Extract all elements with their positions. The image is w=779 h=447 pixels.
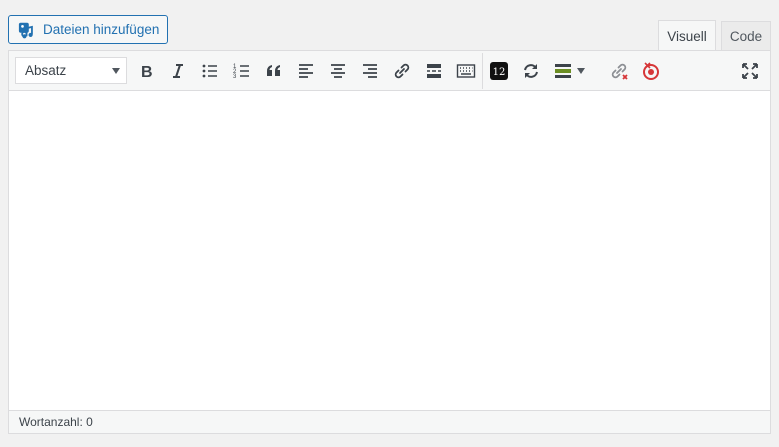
format-select-value: Absatz <box>25 63 67 78</box>
editor: Absatz B 123 12 Wortanzahl: 0 <box>8 50 771 434</box>
italic-button[interactable] <box>164 57 192 85</box>
table-dropdown-button[interactable] <box>549 57 589 85</box>
numbered-list-icon: 123 <box>233 64 249 80</box>
italic-icon <box>173 64 183 78</box>
word-count: Wortanzahl: 0 <box>19 415 93 429</box>
editor-content-area[interactable] <box>9 91 770 410</box>
svg-text:B: B <box>141 64 153 81</box>
target-button[interactable] <box>637 57 665 85</box>
svg-text:3: 3 <box>233 74 237 80</box>
align-right-icon <box>363 64 377 78</box>
toolbar-toggle-button[interactable] <box>452 57 480 85</box>
insert-link-button[interactable] <box>388 57 416 85</box>
fullscreen-icon <box>742 63 758 79</box>
tab-code[interactable]: Code <box>721 21 771 51</box>
align-right-button[interactable] <box>356 57 384 85</box>
paragraph-format-select[interactable]: Absatz <box>15 57 127 84</box>
refresh-icon <box>524 64 538 78</box>
keyboard-icon <box>456 64 476 78</box>
bullet-list-icon <box>202 64 217 78</box>
link-icon <box>394 63 410 79</box>
target-icon <box>643 62 659 80</box>
add-media-button[interactable]: Dateien hinzufügen <box>8 15 168 44</box>
blockquote-button[interactable] <box>260 57 288 85</box>
counter-badge: 12 <box>493 67 506 78</box>
add-media-label: Dateien hinzufügen <box>43 22 160 37</box>
tab-code-label: Code <box>729 29 763 44</box>
chevron-down-icon <box>577 68 585 74</box>
refresh-button[interactable] <box>517 57 545 85</box>
bold-icon: B <box>141 64 153 81</box>
read-more-button[interactable] <box>420 57 448 85</box>
read-more-icon <box>427 64 441 78</box>
unlink-icon <box>611 63 628 80</box>
shortcode-counter-button[interactable]: 12 <box>485 57 513 85</box>
editor-statusbar: Wortanzahl: 0 <box>9 410 770 433</box>
numbered-list-button[interactable]: 123 <box>228 57 256 85</box>
media-icon <box>18 22 33 38</box>
table-icon <box>555 64 571 78</box>
tab-visual[interactable]: Visuell <box>658 20 716 51</box>
editor-toolbar: Absatz B 123 12 <box>9 51 770 91</box>
bullet-list-button[interactable] <box>196 57 224 85</box>
fullscreen-button[interactable] <box>736 57 764 85</box>
chevron-down-icon <box>112 68 120 74</box>
quote-icon <box>267 65 280 76</box>
toolbar-separator <box>482 53 483 89</box>
bold-button[interactable]: B <box>132 57 160 85</box>
align-center-icon <box>331 64 345 78</box>
align-center-button[interactable] <box>324 57 352 85</box>
align-left-icon <box>299 64 313 78</box>
tab-visual-label: Visuell <box>667 28 707 44</box>
unlink-button[interactable] <box>605 57 633 85</box>
align-left-button[interactable] <box>292 57 320 85</box>
counter-badge-icon: 12 <box>490 62 508 80</box>
